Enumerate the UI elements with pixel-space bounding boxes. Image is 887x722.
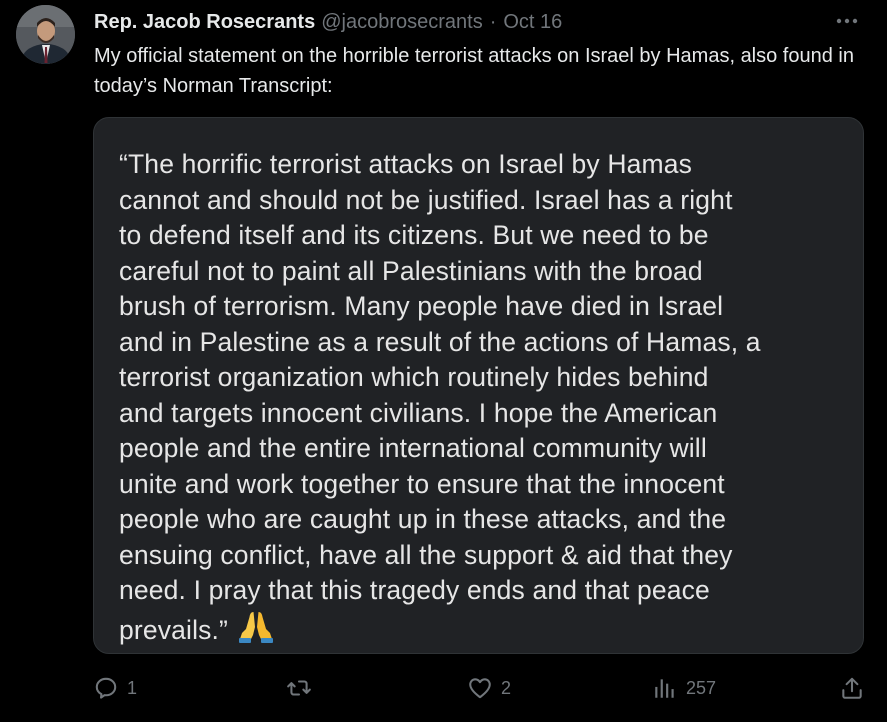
views-button[interactable]: 257: [652, 674, 716, 702]
analytics-icon: [655, 679, 674, 698]
statement-line: people who are caught up in these attack…: [119, 504, 727, 534]
repost-icon: [287, 680, 311, 696]
like-button[interactable]: 2: [467, 674, 511, 702]
display-name[interactable]: Rep. Jacob Rosecrants: [94, 9, 315, 35]
statement-last-line-text: prevails.”: [119, 614, 229, 645]
statement-line: and in Palestine as a result of the acti…: [119, 326, 761, 357]
reply-icon: [95, 677, 117, 699]
statement-line: unite and work together to ensure that t…: [119, 468, 725, 499]
like-count: 2: [501, 677, 512, 698]
statement-image[interactable]: “The horrific terrorist attacks on Israe…: [93, 117, 864, 654]
statement-line: ensuing conflict, have all the support &…: [119, 539, 733, 570]
timestamp[interactable]: Oct 16: [503, 9, 562, 35]
folded-hands-icon: [238, 609, 274, 653]
avatar-image: [16, 5, 75, 64]
statement-line: careful not to paint all Palestinians wi…: [119, 255, 703, 286]
share-button[interactable]: [839, 674, 865, 702]
statement-line: brush of terrorism. Many people have die…: [119, 291, 724, 321]
heart-icon: [469, 678, 491, 699]
statement-line: terrorist organization which routinely h…: [119, 362, 709, 392]
tweet-text: My official statement on the horrible te…: [94, 45, 854, 97]
separator: ·: [489, 11, 497, 33]
statement-text: “The horrific terrorist attacks on Israe…: [119, 147, 854, 652]
reply-count: 1: [127, 677, 138, 698]
repost-button[interactable]: [286, 674, 320, 702]
tweet-header: Rep. Jacob Rosecrants @jacobrosecrants ·…: [94, 8, 867, 36]
view-count: 257: [686, 677, 717, 698]
more-options-icon[interactable]: [835, 10, 859, 32]
reply-button[interactable]: 1: [93, 674, 137, 702]
statement-line: and targets innocent civilians. I hope t…: [119, 397, 718, 428]
tweet[interactable]: Rep. Jacob Rosecrants @jacobrosecrants ·…: [0, 0, 887, 722]
action-bar: 1 2 257: [0, 670, 887, 706]
statement-line: people and the entire international comm…: [119, 433, 707, 463]
statement-line: to defend itself and its citizens. But w…: [119, 220, 709, 250]
user-handle[interactable]: @jacobrosecrants: [321, 9, 482, 35]
statement-line: prevails.”: [119, 609, 854, 653]
statement-line: “The horrific terrorist attacks on Israe…: [119, 149, 693, 179]
share-icon: [842, 677, 862, 699]
statement-line: need. I pray that this tragedy ends and …: [119, 575, 710, 605]
statement-line: cannot and should not be justified. Isra…: [119, 184, 733, 215]
avatar[interactable]: [16, 5, 75, 64]
